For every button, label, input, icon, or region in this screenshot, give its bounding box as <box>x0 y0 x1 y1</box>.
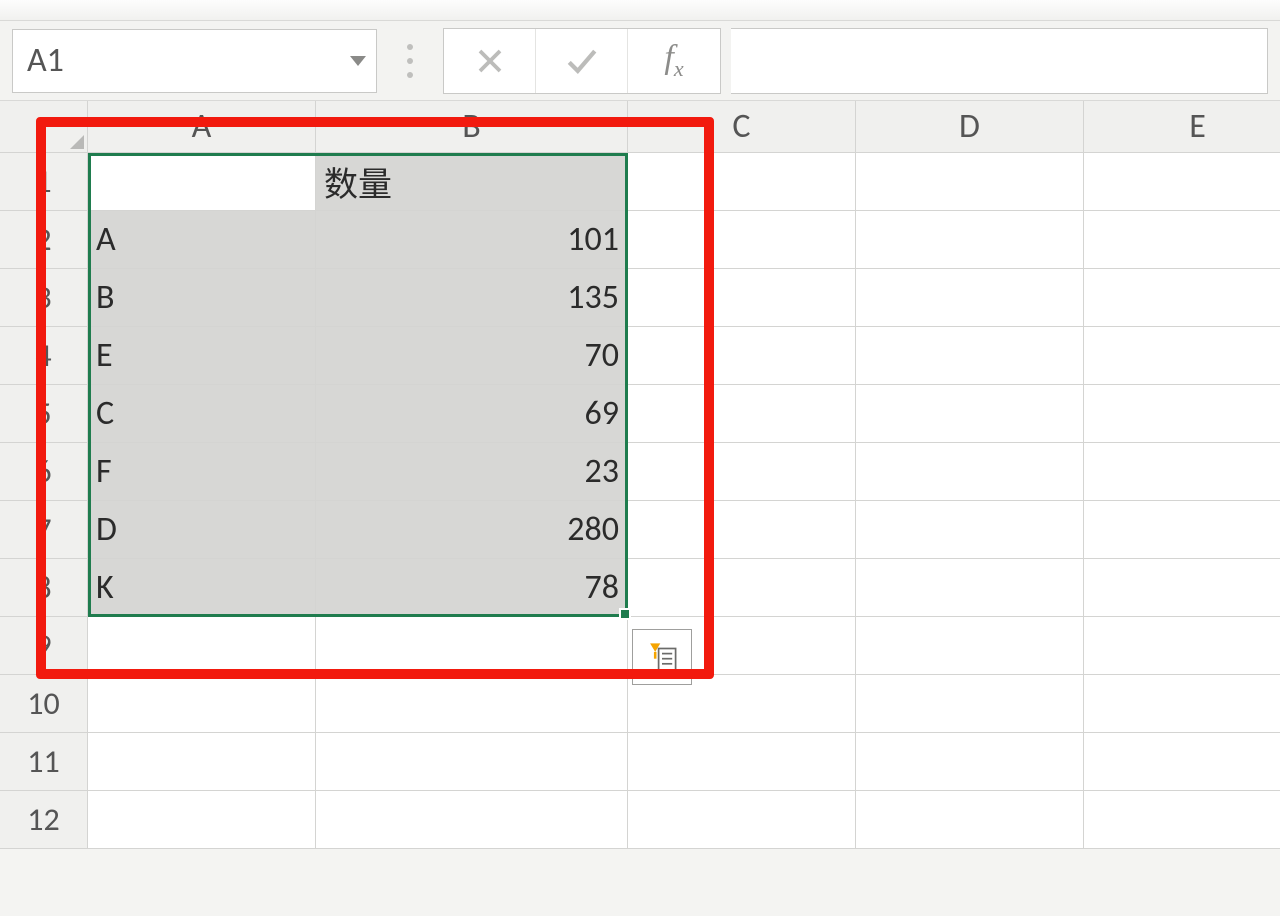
cell-b2[interactable]: 101 <box>316 211 628 269</box>
cell[interactable] <box>856 153 1084 211</box>
cell[interactable] <box>628 269 856 327</box>
row-header[interactable]: 1 <box>0 153 88 211</box>
cell[interactable] <box>856 327 1084 385</box>
row-header[interactable]: 6 <box>0 443 88 501</box>
cell[interactable] <box>856 733 1084 791</box>
column-header[interactable]: C <box>628 101 856 153</box>
insert-function-button[interactable]: fx <box>628 29 720 93</box>
column-header[interactable]: E <box>1084 101 1280 153</box>
cell[interactable] <box>628 153 856 211</box>
cell[interactable] <box>88 791 316 849</box>
row-header[interactable]: 10 <box>0 675 88 733</box>
cell[interactable] <box>628 443 856 501</box>
cell[interactable] <box>856 501 1084 559</box>
select-all-corner[interactable] <box>0 101 88 153</box>
cell-b5[interactable]: 69 <box>316 385 628 443</box>
formula-bar-grip[interactable] <box>395 31 425 91</box>
check-icon <box>565 44 599 78</box>
name-box-value: A1 <box>27 40 64 81</box>
cell-b4[interactable]: 70 <box>316 327 628 385</box>
ribbon-fragment <box>0 0 1280 21</box>
cell[interactable] <box>316 791 628 849</box>
cell-a7[interactable]: D <box>88 501 316 559</box>
cell-a5[interactable]: C <box>88 385 316 443</box>
cell-a4[interactable]: E <box>88 327 316 385</box>
cell[interactable] <box>1084 733 1280 791</box>
row-header[interactable]: 3 <box>0 269 88 327</box>
cell[interactable] <box>856 211 1084 269</box>
cell[interactable] <box>88 617 316 675</box>
chevron-down-icon[interactable] <box>350 56 366 66</box>
cell[interactable] <box>316 617 628 675</box>
row-header[interactable]: 9 <box>0 617 88 675</box>
row-header[interactable]: 2 <box>0 211 88 269</box>
cell[interactable] <box>856 443 1084 501</box>
cell-a8[interactable]: K <box>88 559 316 617</box>
row-header[interactable]: 8 <box>0 559 88 617</box>
paste-options-button[interactable] <box>632 629 692 685</box>
formula-input[interactable] <box>731 28 1268 94</box>
cell[interactable] <box>628 733 856 791</box>
cell[interactable] <box>856 559 1084 617</box>
cell[interactable] <box>856 617 1084 675</box>
row-header[interactable]: 5 <box>0 385 88 443</box>
cell-b1[interactable]: 数量 <box>316 153 628 211</box>
cell[interactable] <box>628 501 856 559</box>
cell-a1[interactable] <box>88 153 316 211</box>
cell[interactable] <box>1084 327 1280 385</box>
cell[interactable] <box>316 675 628 733</box>
cell[interactable] <box>628 385 856 443</box>
column-header[interactable]: A <box>88 101 316 153</box>
cell-b3[interactable]: 135 <box>316 269 628 327</box>
cell[interactable] <box>1084 269 1280 327</box>
cell-b8[interactable]: 78 <box>316 559 628 617</box>
row-header[interactable]: 12 <box>0 791 88 849</box>
cell[interactable] <box>628 211 856 269</box>
column-header[interactable]: D <box>856 101 1084 153</box>
cell-a3[interactable]: B <box>88 269 316 327</box>
cell[interactable] <box>628 791 856 849</box>
cell[interactable] <box>856 675 1084 733</box>
formula-bar-buttons: fx <box>443 28 721 94</box>
cell[interactable] <box>88 733 316 791</box>
cell-a2[interactable]: A <box>88 211 316 269</box>
cell[interactable] <box>1084 617 1280 675</box>
enter-button[interactable] <box>536 29 628 93</box>
cell[interactable] <box>316 733 628 791</box>
cell[interactable] <box>1084 211 1280 269</box>
fx-icon: fx <box>664 39 683 82</box>
cell[interactable] <box>856 385 1084 443</box>
paste-options-icon <box>645 640 679 674</box>
cell[interactable] <box>628 559 856 617</box>
x-icon <box>475 46 505 76</box>
row-header[interactable]: 11 <box>0 733 88 791</box>
cell-b7[interactable]: 280 <box>316 501 628 559</box>
cell-b6[interactable]: 23 <box>316 443 628 501</box>
spreadsheet-grid[interactable]: 1 2 3 4 5 6 7 8 9 10 11 12 A B C D E <box>0 101 1280 916</box>
cell[interactable] <box>1084 791 1280 849</box>
cell[interactable] <box>628 327 856 385</box>
cell[interactable] <box>1084 675 1280 733</box>
column-header[interactable]: B <box>316 101 628 153</box>
cell[interactable] <box>1084 443 1280 501</box>
cell[interactable] <box>856 269 1084 327</box>
row-header[interactable]: 7 <box>0 501 88 559</box>
cancel-button[interactable] <box>444 29 536 93</box>
cell-a6[interactable]: F <box>88 443 316 501</box>
cell[interactable] <box>1084 559 1280 617</box>
cell[interactable] <box>88 675 316 733</box>
formula-bar: A1 fx <box>0 21 1280 101</box>
cell[interactable] <box>1084 385 1280 443</box>
cell[interactable] <box>856 791 1084 849</box>
cell[interactable] <box>1084 153 1280 211</box>
row-header[interactable]: 4 <box>0 327 88 385</box>
cell[interactable] <box>1084 501 1280 559</box>
name-box[interactable]: A1 <box>12 29 377 93</box>
